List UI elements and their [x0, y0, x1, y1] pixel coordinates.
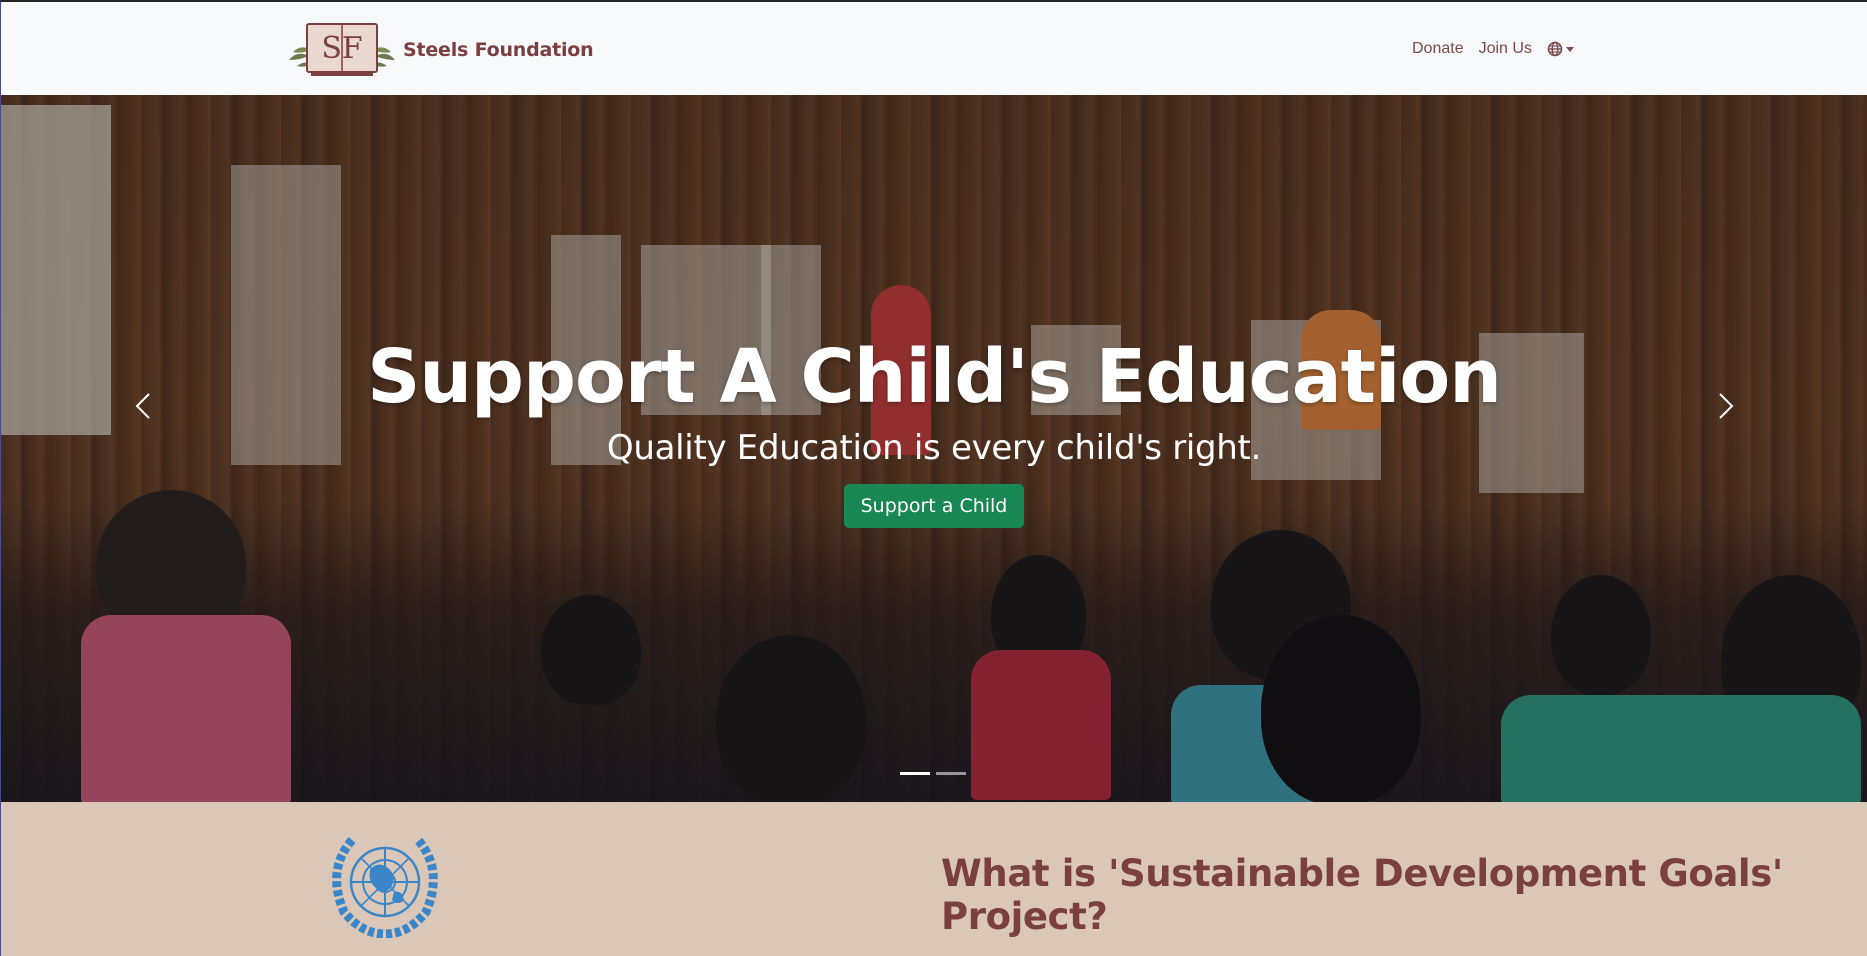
sdg-section-title: What is 'Sustainable Development Goals' … — [941, 852, 1783, 938]
nav-join-us-link[interactable]: Join Us — [1479, 40, 1532, 58]
logo-letters: SF — [321, 31, 362, 66]
nav-donate-link[interactable]: Donate — [1412, 40, 1464, 58]
carousel-indicator-2[interactable] — [936, 772, 966, 775]
brand-name: Steels Foundation — [403, 39, 594, 61]
logo-icon: SF — [287, 20, 397, 78]
nav-links: Donate Join Us — [1412, 40, 1574, 58]
carousel-indicators — [900, 772, 966, 775]
carousel-indicator-1[interactable] — [900, 772, 930, 775]
support-a-child-button[interactable]: Support a Child — [843, 483, 1025, 528]
hero-subtitle: Quality Education is every child's right… — [606, 427, 1262, 468]
hero-title: Support A Child's Education — [367, 334, 1502, 420]
caret-down-icon — [1565, 46, 1574, 52]
hero-carousel: Support A Child's Education Quality Educ… — [0, 95, 1867, 802]
brand-link[interactable]: SF Steels Foundation — [287, 20, 594, 78]
un-emblem-icon — [322, 830, 448, 942]
language-dropdown-toggle[interactable] — [1547, 41, 1574, 57]
sdg-section: What is 'Sustainable Development Goals' … — [0, 802, 1867, 956]
un-wordmark-partial — [151, 938, 631, 956]
hero-caption: Support A Child's Education Quality Educ… — [1, 333, 1867, 528]
top-navbar: SF Steels Foundation Donate Join Us — [0, 0, 1867, 95]
globe-icon — [1547, 41, 1563, 57]
